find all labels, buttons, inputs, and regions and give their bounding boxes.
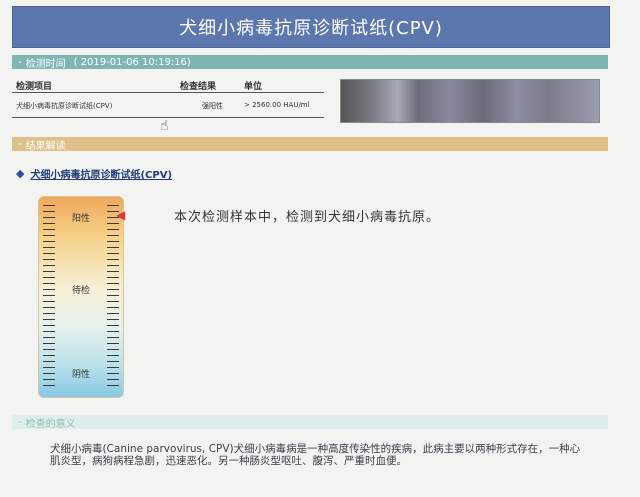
hand-cursor-icon: ☝ bbox=[160, 118, 169, 134]
result-interpretation: 本次检测样本中，检测到犬细小病毒抗原。 bbox=[174, 210, 441, 225]
row-unit: > 2560.00 HAU/ml bbox=[244, 101, 310, 109]
strip-label-positive: 阳性 bbox=[71, 214, 90, 224]
section-meaning: - 检查的意义 bbox=[12, 415, 608, 430]
test-strip: 阳性 待检 阴性 bbox=[38, 196, 124, 398]
section-dash: - bbox=[18, 416, 22, 428]
header-unit: 单位 bbox=[244, 82, 263, 92]
pointer-arrow-icon: ◀ bbox=[116, 208, 126, 222]
strip-ticks-left bbox=[43, 205, 55, 389]
strip-label-negative: 阴性 bbox=[71, 370, 90, 380]
table-row[interactable]: 犬细小病毒抗原诊断试纸(CPV) 强阳性 > 2560.00 HAU/ml bbox=[12, 93, 324, 118]
page-title: 犬细小病毒抗原诊断试纸(CPV) bbox=[179, 18, 443, 39]
test-title[interactable]: ◆ 犬细小病毒抗原诊断试纸(CPV) bbox=[16, 166, 172, 181]
detect-time-value: ( 2019-01-06 10:19:16) bbox=[73, 56, 191, 68]
section-result: - 结果解读 bbox=[12, 137, 608, 152]
section-dash: - bbox=[18, 138, 22, 150]
strip-ticks-right bbox=[107, 205, 119, 389]
barcode-image bbox=[340, 79, 600, 123]
section-label: 检查的意义 bbox=[25, 418, 76, 430]
section-label: 结果解读 bbox=[25, 140, 66, 152]
diamond-bullet-icon: ◆ bbox=[16, 167, 25, 180]
row-result: 强阳性 bbox=[202, 102, 223, 110]
meaning-description: 犬细小病毒(Canine parvovirus, CPV)犬细小病毒病是一种高度… bbox=[50, 443, 581, 467]
row-item: 犬细小病毒抗原诊断试纸(CPV) bbox=[16, 102, 113, 110]
section-label: 检测时间 bbox=[25, 58, 66, 70]
test-title-label: 犬细小病毒抗原诊断试纸(CPV) bbox=[30, 170, 173, 181]
section-detect-time: - 检测时间 ( 2019-01-06 10:19:16) bbox=[12, 55, 608, 70]
section-dash: - bbox=[18, 56, 22, 68]
strip-label-pending: 待检 bbox=[71, 286, 90, 296]
table-header: 检测项目 检查结果 单位 bbox=[12, 76, 324, 93]
header-result: 检查结果 bbox=[180, 82, 217, 92]
page-title-bar: 犬细小病毒抗原诊断试纸(CPV) bbox=[12, 6, 610, 48]
header-item: 检测项目 bbox=[16, 82, 53, 92]
result-table: 检测项目 检查结果 单位 犬细小病毒抗原诊断试纸(CPV) 强阳性 > 2560… bbox=[12, 76, 324, 118]
